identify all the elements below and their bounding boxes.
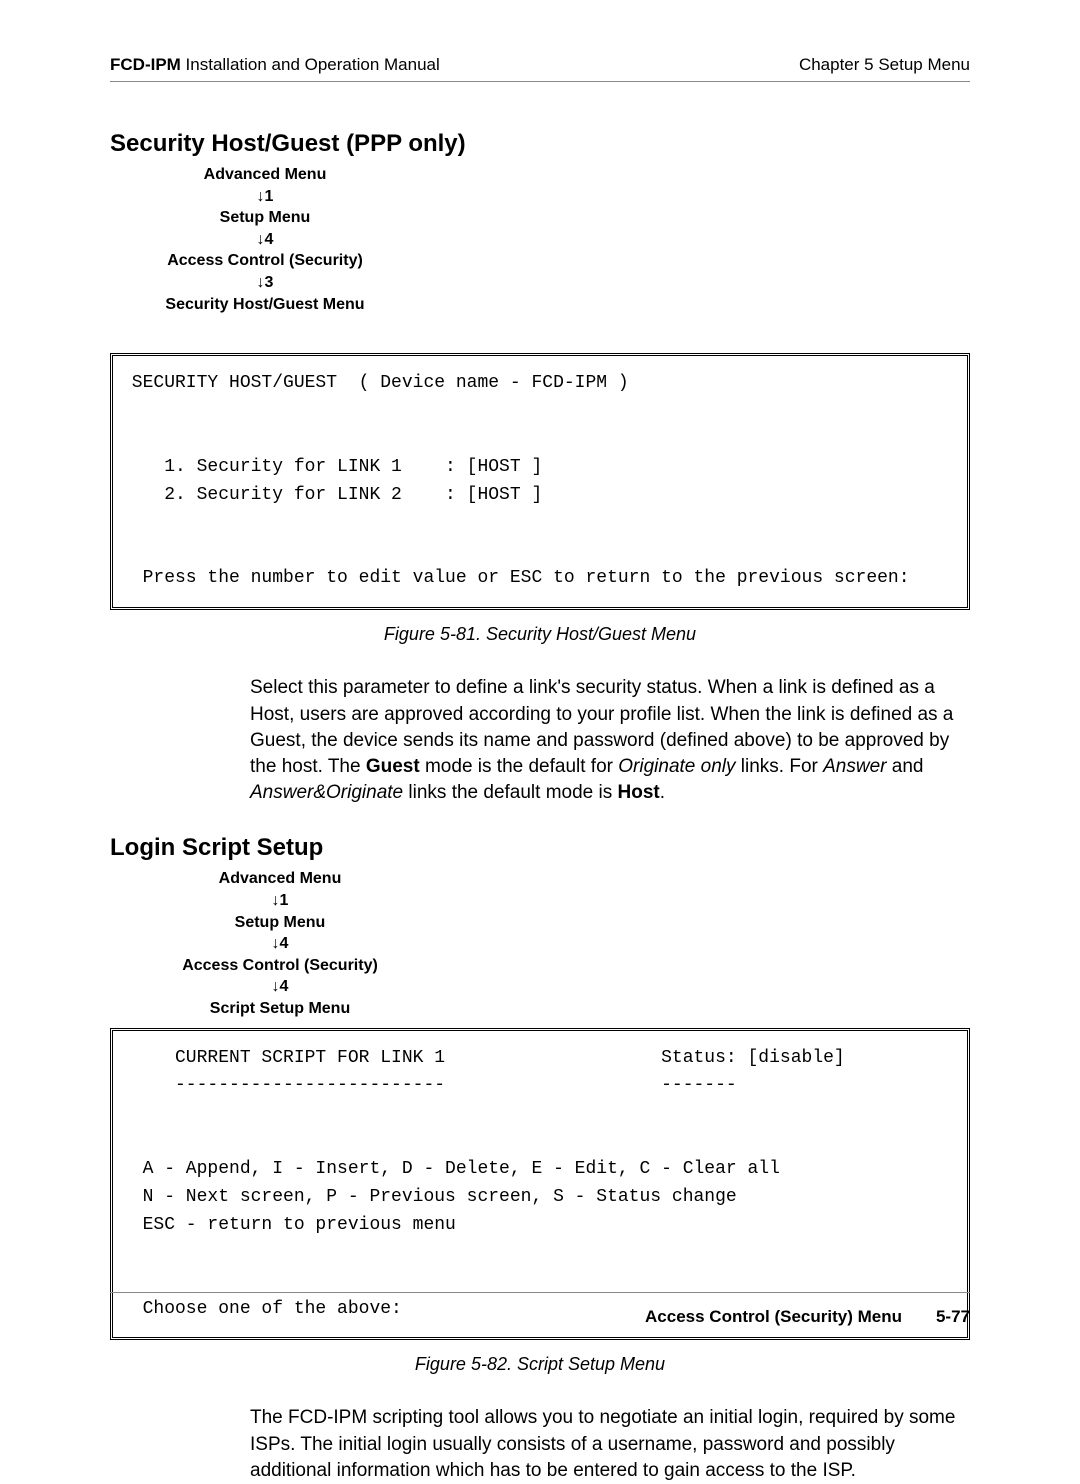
nav-arrow: ↓1 [110,890,450,912]
para-italic: Originate only [618,756,735,777]
para-text: and [886,756,923,777]
nav-arrow: ↓1 [110,186,420,208]
para-text: . [660,782,665,803]
header-product: FCD-IPM [110,55,181,74]
section1-nav-path: Advanced Menu ↓1 Setup Menu ↓4 Access Co… [110,164,420,315]
nav-advanced-menu: Advanced Menu [110,868,450,890]
nav-advanced-menu: Advanced Menu [110,164,420,186]
section1-paragraph: Select this parameter to define a link's… [250,675,970,806]
page-header: FCD-IPM Installation and Operation Manua… [110,55,970,82]
nav-setup-menu: Setup Menu [110,207,420,229]
section1-title: Security Host/Guest (PPP only) [110,130,970,158]
header-left: FCD-IPM Installation and Operation Manua… [110,55,440,75]
nav-arrow: ↓4 [110,976,450,998]
footer-page-number: 5-77 [936,1307,970,1327]
footer-section-label: Access Control (Security) Menu [645,1307,902,1327]
para-bold: Host [618,782,660,803]
terminal-security-hostguest: SECURITY HOST/GUEST ( Device name - FCD-… [110,353,970,610]
nav-arrow: ↓3 [110,272,420,294]
section2-paragraph: The FCD-IPM scripting tool allows you to… [250,1405,970,1484]
para-bold: Guest [366,756,420,777]
page-footer: Access Control (Security) Menu 5-77 [110,1292,970,1327]
header-title-rest: Installation and Operation Manual [181,55,440,74]
para-text: links the default mode is [403,782,617,803]
para-italic: Answer&Originate [250,782,403,803]
para-text: mode is the default for [420,756,619,777]
page: FCD-IPM Installation and Operation Manua… [0,0,1080,1397]
nav-access-control: Access Control (Security) [110,955,450,977]
figure-5-82-caption: Figure 5-82. Script Setup Menu [110,1354,970,1375]
para-italic: Answer [823,756,886,777]
nav-arrow: ↓4 [110,933,450,955]
nav-script-setup: Script Setup Menu [110,998,450,1020]
section2-title: Login Script Setup [110,834,970,862]
nav-security-hostguest: Security Host/Guest Menu [110,294,420,316]
header-chapter: Chapter 5 Setup Menu [799,55,970,75]
section2-nav-path: Advanced Menu ↓1 Setup Menu ↓4 Access Co… [110,868,450,1019]
para-text: links. For [736,756,824,777]
nav-arrow: ↓4 [110,229,420,251]
figure-5-81-caption: Figure 5-81. Security Host/Guest Menu [110,624,970,645]
nav-access-control: Access Control (Security) [110,250,420,272]
nav-setup-menu: Setup Menu [110,912,450,934]
